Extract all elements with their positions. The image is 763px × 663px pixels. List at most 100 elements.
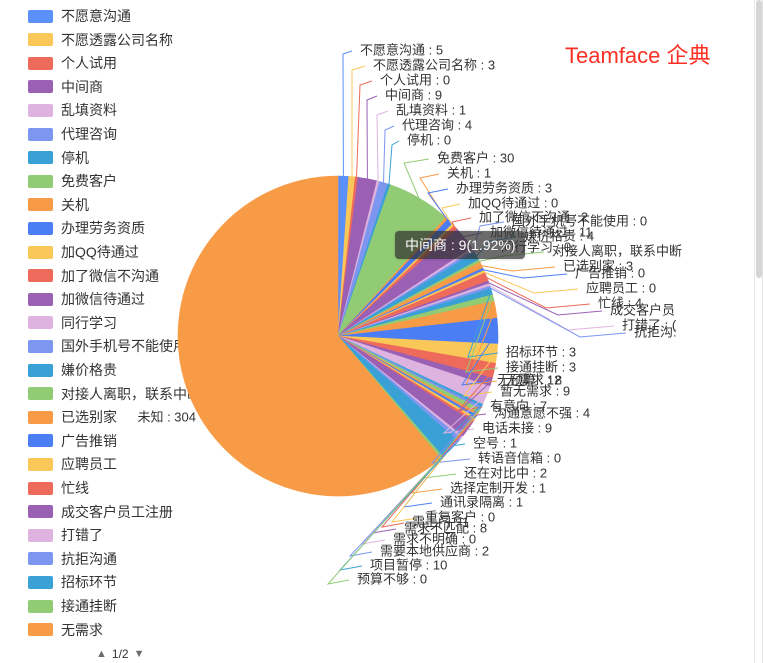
pie-slice[interactable] bbox=[337, 285, 492, 337]
pie-slice[interactable] bbox=[337, 247, 474, 337]
pie-slice[interactable] bbox=[337, 280, 490, 337]
pie-slice[interactable] bbox=[337, 183, 391, 337]
pie-slice[interactable] bbox=[337, 288, 493, 337]
legend-item[interactable]: 不愿意沟通 bbox=[28, 6, 131, 26]
pie-slice[interactable] bbox=[337, 335, 493, 387]
legend-item[interactable]: 忙线 bbox=[28, 478, 89, 498]
legend-item[interactable]: 免费客户 bbox=[28, 171, 117, 191]
legend-item[interactable]: 无需求 bbox=[28, 620, 103, 640]
legend-color-swatch bbox=[28, 434, 53, 448]
pie-slice[interactable] bbox=[337, 335, 479, 416]
pie-slice[interactable] bbox=[337, 335, 478, 419]
chart-tooltip: 中间商 : 9(1.92%) bbox=[395, 231, 526, 259]
pie-slice[interactable] bbox=[337, 261, 484, 337]
pie-slice[interactable] bbox=[337, 272, 489, 337]
legend-item[interactable]: 加微信待通过 bbox=[28, 289, 145, 309]
legend-item[interactable]: 应聘员工 bbox=[28, 454, 117, 474]
chart-legend: 不愿意沟通不愿透露公司名称 个人试用中间商乱填资料代理咨询停机免费客户关机办理劳务… bbox=[0, 0, 215, 663]
pie-slice[interactable] bbox=[337, 181, 389, 337]
legend-item-label: 抗拒沟通 bbox=[61, 550, 117, 567]
legend-color-swatch bbox=[28, 9, 53, 23]
pie-slice[interactable] bbox=[337, 249, 475, 337]
legend-item[interactable]: 成交客户员工注册 bbox=[28, 502, 173, 522]
pie-slice[interactable] bbox=[337, 175, 350, 337]
legend-item[interactable]: 办理劳务资质 bbox=[28, 218, 145, 238]
legend-item[interactable]: 国外手机号不能使用 bbox=[28, 336, 187, 356]
legend-item[interactable]: 招标环节 bbox=[28, 572, 117, 592]
pie-slice[interactable] bbox=[337, 283, 491, 337]
pie-slice[interactable] bbox=[337, 270, 486, 337]
pie-slice[interactable] bbox=[337, 252, 480, 337]
legend-item[interactable]: 中间商 bbox=[28, 77, 103, 97]
label-leader-line bbox=[480, 265, 556, 272]
pie-slice[interactable] bbox=[337, 294, 495, 337]
label-leader-line bbox=[489, 287, 627, 338]
pie-slice-label: 加了微信不沟通 : 2 bbox=[479, 209, 588, 224]
pie-slice[interactable] bbox=[337, 335, 459, 458]
pie-slice[interactable] bbox=[337, 335, 499, 364]
pie-slice[interactable] bbox=[337, 259, 481, 337]
legend-item[interactable]: 对接人离职，联系中断 bbox=[28, 384, 201, 404]
label-leader-line bbox=[370, 428, 468, 534]
pie-slice[interactable] bbox=[337, 335, 482, 410]
legend-item[interactable]: 打错了 bbox=[28, 525, 103, 545]
pie-slice[interactable] bbox=[337, 335, 484, 408]
legend-item[interactable]: 嫌价格贵 bbox=[28, 360, 117, 380]
pie-slice[interactable] bbox=[337, 335, 496, 379]
legend-item[interactable]: 接通挂断 bbox=[28, 596, 117, 616]
legend-item-label: 对接人离职，联系中断 bbox=[61, 385, 201, 402]
legend-item-label: 不愿意沟通 bbox=[61, 8, 131, 24]
legend-item-label: 接通挂断 bbox=[61, 598, 117, 614]
legend-item[interactable]: 乱填资料 bbox=[28, 100, 117, 120]
pie-slice[interactable] bbox=[337, 335, 444, 459]
page-scrollbar-thumb[interactable] bbox=[756, 0, 762, 278]
legend-color-swatch bbox=[28, 269, 53, 283]
pie-slice[interactable] bbox=[337, 180, 380, 337]
label-leader-line bbox=[460, 330, 498, 386]
legend-pager-prev-icon[interactable]: ▲ bbox=[96, 648, 107, 660]
legend-item[interactable]: 抗拒沟通 bbox=[28, 549, 117, 569]
legend-color-swatch bbox=[28, 363, 53, 377]
pie-slice-label: 需求不明确 : 0 bbox=[393, 531, 476, 546]
pie-slice[interactable] bbox=[337, 335, 474, 437]
legend-item[interactable]: 已选别家 bbox=[28, 407, 117, 427]
legend-item[interactable]: 不愿透露公司名称 bbox=[28, 30, 173, 50]
pie-slice[interactable] bbox=[337, 335, 481, 414]
label-leader-line bbox=[430, 407, 481, 464]
legend-item[interactable]: 个人试用 bbox=[28, 53, 117, 73]
legend-item-label: 无需求 bbox=[61, 621, 103, 638]
pie-slice[interactable] bbox=[337, 176, 359, 337]
legend-color-swatch bbox=[28, 410, 53, 424]
legend-item[interactable]: 关机 bbox=[28, 195, 89, 215]
pie-slice[interactable] bbox=[337, 335, 475, 423]
label-leader-line bbox=[467, 291, 499, 358]
legend-item[interactable]: 广告推销 bbox=[28, 431, 117, 451]
pie-slice-label: 有意向 : 7 bbox=[490, 398, 547, 413]
pie-slice[interactable] bbox=[337, 176, 356, 337]
legend-pager[interactable]: ▲ 1/2 ▼ bbox=[96, 648, 144, 660]
legend-color-swatch bbox=[28, 599, 53, 613]
legend-item[interactable]: 同行学习 bbox=[28, 313, 117, 333]
legend-item-label: 广告推销 bbox=[61, 432, 117, 449]
legend-item[interactable]: 代理咨询 bbox=[28, 124, 117, 144]
pie-slice[interactable] bbox=[337, 335, 464, 439]
pie-slice[interactable] bbox=[337, 335, 462, 442]
pie-slice[interactable] bbox=[337, 335, 477, 421]
pie-slice[interactable] bbox=[337, 267, 485, 337]
legend-item-label: 招标环节 bbox=[61, 574, 117, 591]
pie-slice[interactable] bbox=[177, 175, 442, 497]
label-leader-line bbox=[356, 80, 373, 178]
legend-item[interactable]: 停机 bbox=[28, 148, 89, 168]
pie-slice[interactable] bbox=[337, 184, 447, 337]
legend-pager-next-icon[interactable]: ▼ bbox=[134, 648, 145, 660]
pie-slice[interactable] bbox=[337, 300, 498, 337]
label-leader-line bbox=[348, 439, 460, 557]
pie-slice[interactable] bbox=[337, 317, 499, 345]
pie-slices[interactable] bbox=[177, 175, 499, 497]
pie-slice[interactable] bbox=[337, 335, 491, 405]
legend-item[interactable]: 加了微信不沟通 bbox=[28, 266, 159, 286]
page-scrollbar-track[interactable] bbox=[754, 0, 762, 663]
pie-slice-label: 免费客户 : 30 bbox=[437, 150, 514, 165]
legend-item[interactable]: 加QQ待通过 bbox=[28, 242, 139, 262]
pie-slice[interactable] bbox=[337, 176, 378, 337]
